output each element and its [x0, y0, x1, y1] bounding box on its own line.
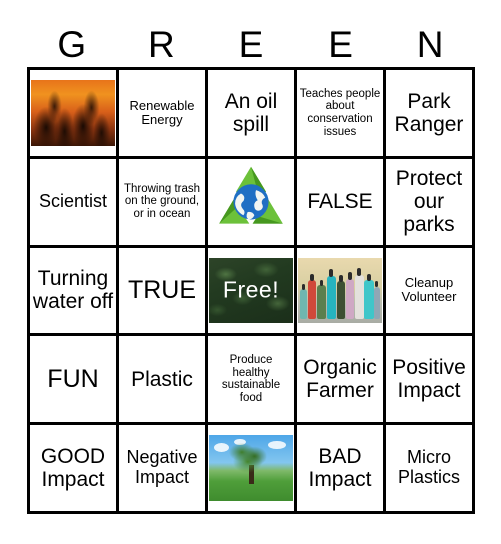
bingo-cell-image[interactable] — [297, 247, 386, 337]
bingo-cell-text[interactable]: Organic Farmer — [297, 336, 386, 426]
bingo-cell-label: Produce healthy sustainable food — [221, 354, 281, 404]
bingo-cell-label: FUN — [47, 364, 99, 393]
water-bottle-6 — [355, 267, 364, 320]
bingo-cell-text[interactable]: Throwing trash on the ground, or in ocea… — [119, 158, 208, 248]
bingo-cell-label: Turning water off — [32, 267, 114, 314]
bingo-cell-label: Cleanup Volunteer — [401, 275, 457, 305]
water-bottle-1 — [308, 273, 317, 320]
bingo-cell-label: TRUE — [127, 275, 197, 304]
bingo-cell-image[interactable] — [208, 425, 297, 514]
bingo-cell-text[interactable]: Plastic — [119, 336, 208, 426]
bingo-header-letter-0: G — [57, 24, 87, 65]
bingo-cell-label: BAD Impact — [308, 445, 372, 492]
bingo-cell-text[interactable]: Teaches people about conservation issues — [297, 70, 386, 159]
cloud-0 — [214, 443, 230, 453]
bingo-cell-image[interactable] — [30, 70, 119, 159]
bingo-cell-text[interactable]: GOOD Impact — [30, 425, 119, 514]
bingo-cell-label: Scientist — [38, 190, 108, 211]
bingo-cell-text[interactable]: Scientist — [30, 158, 119, 248]
water-bottle-4 — [336, 275, 346, 320]
bingo-header-letter-3: E — [328, 24, 353, 65]
bingo-cell-text[interactable]: BAD Impact — [297, 425, 386, 514]
water-bottle-8 — [373, 281, 381, 320]
bingo-cell-text[interactable]: Cleanup Volunteer — [386, 247, 475, 337]
bingo-cell-label: Throwing trash on the ground, or in ocea… — [123, 182, 201, 221]
bingo-cell-label: Park Ranger — [394, 89, 464, 136]
bingo-cell-label: Teaches people about conservation issues — [299, 87, 381, 138]
bingo-cell-label: FALSE — [307, 190, 373, 214]
bingo-cell-label: Organic Farmer — [303, 356, 377, 403]
water-bottle-5 — [345, 272, 355, 320]
bingo-cell-text[interactable]: TRUE — [119, 247, 208, 337]
bingo-header: GREEN — [27, 22, 475, 67]
bingo-cell-label: GOOD Impact — [40, 445, 106, 492]
recycle-globe-icon — [209, 160, 293, 244]
bingo-cell-label: An oil spill — [224, 89, 278, 136]
water-bottle-7 — [364, 273, 374, 320]
bingo-cell-label: Protect our parks — [395, 167, 463, 237]
bingo-grid: Renewable Energy An oil spill Teaches peop… — [27, 67, 475, 514]
bingo-header-letter-4: N — [416, 24, 444, 65]
forest-fire-photo — [31, 80, 115, 146]
water-bottle-0 — [299, 284, 308, 320]
bingo-cell-text[interactable]: Positive Impact — [386, 336, 475, 426]
bingo-cell-image[interactable]: Free! — [208, 247, 297, 337]
tree-in-field-photo — [209, 435, 293, 501]
bingo-cell-text[interactable]: Turning water off — [30, 247, 119, 337]
cloud-1 — [267, 440, 287, 450]
bingo-cell-label: Negative Impact — [126, 447, 198, 488]
bingo-cell-label: Micro Plastics — [397, 447, 460, 488]
bingo-cell-label: Plastic — [131, 367, 193, 391]
tree-crown — [228, 441, 267, 476]
bingo-cell-text[interactable]: Park Ranger — [386, 70, 475, 159]
bingo-cell-text[interactable]: Negative Impact — [119, 425, 208, 514]
bingo-cell-text[interactable]: Micro Plastics — [386, 425, 475, 514]
water-bottle-3 — [326, 269, 336, 320]
water-bottles-photo — [298, 257, 382, 324]
water-bottle-2 — [317, 279, 326, 320]
bingo-cell-label: Renewable Energy — [129, 97, 195, 127]
bingo-header-letter-2: E — [238, 24, 264, 65]
bingo-cell-text[interactable]: An oil spill — [208, 70, 297, 159]
bingo-header-letter-1: R — [148, 24, 175, 65]
bingo-cell-text[interactable]: Produce healthy sustainable food — [208, 336, 297, 426]
bingo-cell-text[interactable]: FUN — [30, 336, 119, 426]
bingo-cell-text[interactable]: Renewable Energy — [119, 70, 208, 159]
free-space-label: Free! — [222, 276, 280, 303]
bingo-card: G R E E N Renewable Energy An oil spill Teache… — [0, 0, 501, 544]
bingo-cell-image[interactable] — [208, 158, 297, 248]
bingo-cell-label: Positive Impact — [392, 356, 466, 403]
green-leaves-photo: Free! — [209, 257, 293, 324]
bingo-cell-text[interactable]: Protect our parks — [386, 158, 475, 248]
bingo-cell-text[interactable]: FALSE — [297, 158, 386, 248]
